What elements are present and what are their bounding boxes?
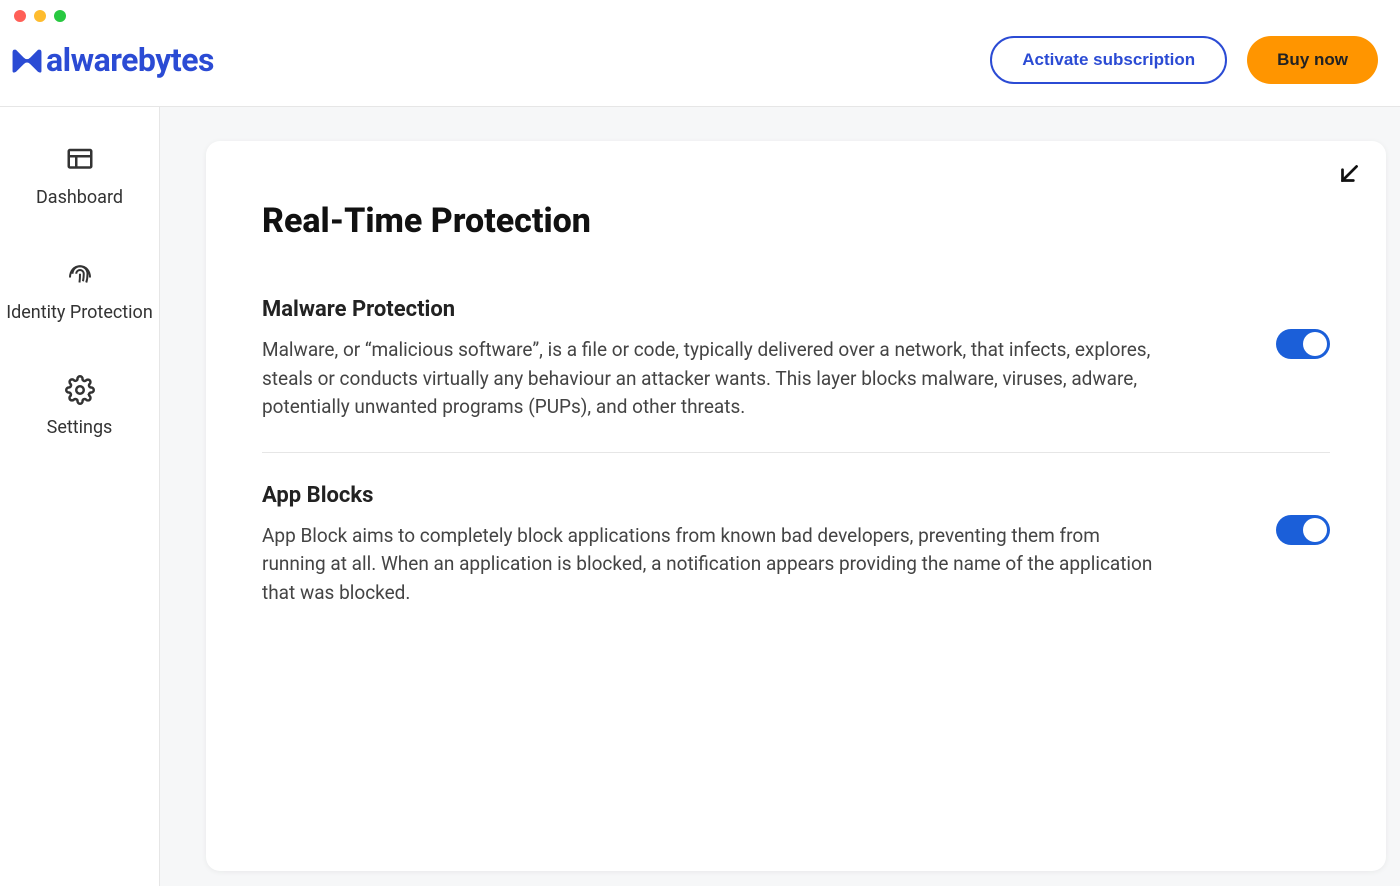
content-wrap: Real-Time Protection Malware Protection … <box>160 107 1400 886</box>
app-logo: alwarebytes <box>10 41 214 79</box>
setting-description: App Block aims to completely block appli… <box>262 522 1162 608</box>
fingerprint-icon <box>65 260 95 290</box>
panel-title: Real-Time Protection <box>262 201 1330 241</box>
sidebar-item-label: Settings <box>47 415 113 440</box>
window-zoom-icon[interactable] <box>54 10 66 22</box>
setting-row-app-blocks: App Blocks App Block aims to completely … <box>262 452 1330 638</box>
setting-row-malware-protection: Malware Protection Malware, or “maliciou… <box>262 297 1330 452</box>
body-area: Dashboard Identity Protection Settings <box>0 107 1400 886</box>
collapse-arrow-icon[interactable] <box>1336 161 1362 187</box>
sidebar-item-label: Dashboard <box>36 185 123 210</box>
top-actions: Activate subscription Buy now <box>990 36 1378 84</box>
setting-text: App Blocks App Block aims to completely … <box>262 483 1216 608</box>
sidebar-item-settings[interactable]: Settings <box>0 375 159 440</box>
buy-now-button[interactable]: Buy now <box>1247 36 1378 84</box>
setting-title: App Blocks <box>262 483 1216 508</box>
malwarebytes-logo-icon <box>10 45 44 75</box>
setting-text: Malware Protection Malware, or “maliciou… <box>262 297 1216 422</box>
gear-icon <box>65 375 95 405</box>
sidebar-item-identity-protection[interactable]: Identity Protection <box>0 260 159 325</box>
setting-description: Malware, or “malicious software”, is a f… <box>262 336 1162 422</box>
setting-title: Malware Protection <box>262 297 1216 322</box>
dashboard-icon <box>65 145 95 175</box>
sidebar-item-label: Identity Protection <box>6 300 153 325</box>
window-controls <box>0 0 1400 28</box>
app-blocks-toggle[interactable] <box>1276 515 1330 545</box>
top-bar: alwarebytes Activate subscription Buy no… <box>0 28 1400 107</box>
window-close-icon[interactable] <box>14 10 26 22</box>
app-logo-text: alwarebytes <box>46 41 214 79</box>
sidebar: Dashboard Identity Protection Settings <box>0 107 160 886</box>
sidebar-item-dashboard[interactable]: Dashboard <box>0 145 159 210</box>
malware-protection-toggle[interactable] <box>1276 329 1330 359</box>
window-minimize-icon[interactable] <box>34 10 46 22</box>
activate-subscription-button[interactable]: Activate subscription <box>990 36 1227 84</box>
real-time-protection-panel: Real-Time Protection Malware Protection … <box>206 141 1386 871</box>
